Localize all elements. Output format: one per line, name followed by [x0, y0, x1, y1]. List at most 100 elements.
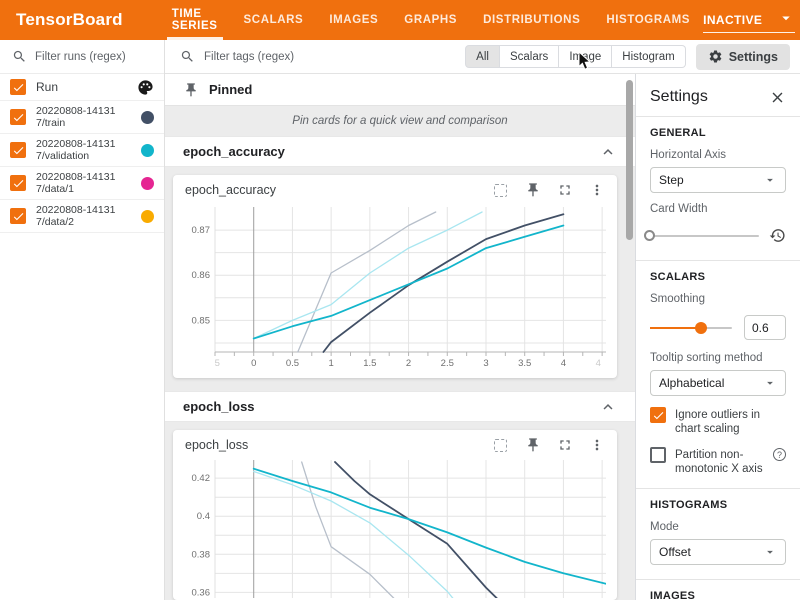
help-icon[interactable]: ? [773, 448, 786, 461]
svg-text:3: 3 [483, 358, 488, 369]
run-color-dot [141, 111, 154, 124]
run-color-dot [141, 144, 154, 157]
filter-runs-input[interactable]: Filter runs (regex) [0, 40, 164, 74]
gear-icon [708, 49, 723, 64]
svg-text:0.86: 0.86 [192, 270, 211, 281]
filter-tags-placeholder: Filter tags (regex) [204, 51, 294, 63]
tab-scalars[interactable]: SCALARS [231, 0, 317, 40]
smoothing-label: Smoothing [650, 293, 786, 305]
tab-histograms[interactable]: HISTOGRAMS [593, 0, 703, 40]
run-checkbox[interactable] [10, 142, 26, 158]
horizontal-axis-label: Horizontal Axis [650, 149, 786, 161]
epoch-loss-card: epoch_loss 0.420.40.380.36 [173, 430, 617, 600]
svg-text:0.5: 0.5 [286, 358, 299, 369]
fit-to-data-icon[interactable] [492, 437, 509, 454]
filter-image-button[interactable]: Image [559, 45, 612, 68]
filter-runs-placeholder: Filter runs (regex) [35, 51, 126, 63]
run-color-dot [141, 177, 154, 190]
more-options-icon[interactable] [588, 182, 605, 199]
ignore-outliers-checkbox-row[interactable]: Ignore outliers in chart scaling [650, 407, 786, 436]
run-color-dot [141, 210, 154, 223]
filter-histogram-button[interactable]: Histogram [612, 45, 685, 68]
run-row-validation[interactable]: 20220808-141317/validation [0, 134, 164, 167]
select-all-runs-checkbox[interactable] [10, 79, 26, 95]
partition-x-axis-checkbox[interactable] [650, 447, 666, 463]
svg-text:5: 5 [215, 358, 220, 369]
svg-text:4: 4 [561, 358, 566, 369]
tab-time-series[interactable]: TIME SERIES [159, 0, 231, 40]
more-options-icon[interactable] [588, 437, 605, 454]
settings-images-section: IMAGES Brightness Contrast Show actual i… [636, 580, 800, 600]
epoch-accuracy-chart[interactable]: 500.511.522.533.5440.850.860.87 [173, 205, 617, 380]
run-name: 20220808-141317/validation [36, 138, 122, 163]
tooltip-sorting-select[interactable]: Alphabetical [650, 370, 786, 396]
run-checkbox[interactable] [10, 175, 26, 191]
svg-text:0.85: 0.85 [192, 315, 211, 326]
chevron-up-icon[interactable] [599, 143, 617, 161]
horizontal-axis-select[interactable]: Step [650, 167, 786, 193]
partition-x-axis-checkbox-row[interactable]: Partition non-monotonic X axis ? [650, 447, 786, 476]
chevron-up-icon[interactable] [599, 398, 617, 416]
svg-text:1: 1 [328, 358, 333, 369]
tooltip-sorting-label: Tooltip sorting method [650, 352, 786, 364]
fit-to-data-icon[interactable] [492, 182, 509, 199]
run-checkbox[interactable] [10, 208, 26, 224]
svg-text:2.5: 2.5 [441, 358, 454, 369]
tab-graphs[interactable]: GRAPHS [391, 0, 470, 40]
svg-text:0.42: 0.42 [192, 473, 211, 484]
close-icon[interactable] [769, 89, 786, 106]
section-header-epoch-accuracy[interactable]: epoch_accuracy [165, 136, 635, 167]
settings-button[interactable]: Settings [696, 44, 790, 70]
ignore-outliers-checkbox[interactable] [650, 407, 666, 423]
histograms-caption: HISTOGRAMS [650, 499, 786, 511]
card-title: epoch_accuracy [185, 183, 276, 197]
card-title: epoch_loss [185, 438, 248, 452]
pin-hint-text: Pin cards for a quick view and compariso… [165, 106, 635, 136]
section-header-epoch-loss[interactable]: epoch_loss [165, 391, 635, 422]
reset-icon[interactable] [769, 227, 786, 244]
histogram-mode-select[interactable]: Offset [650, 539, 786, 565]
card-width-slider[interactable] [650, 235, 759, 237]
vertical-scrollbar[interactable] [626, 80, 633, 240]
app-header: TensorBoard TIME SERIES SCALARS IMAGES G… [0, 0, 800, 40]
settings-scalars-section: SCALARS Smoothing 0.6 Tooltip sorting me… [636, 261, 800, 488]
epoch-accuracy-card: epoch_accuracy 500.511.522.533.5440.850.… [173, 175, 617, 378]
smoothing-slider[interactable] [650, 327, 732, 329]
runs-sidebar: Filter runs (regex) Run 20220808-141317/… [0, 40, 165, 600]
images-caption: IMAGES [650, 590, 786, 600]
filter-all-button[interactable]: All [465, 45, 500, 68]
settings-panel: Settings GENERAL Horizontal Axis Step Ca… [635, 74, 800, 600]
filter-tags-input[interactable]: Filter tags (regex) [165, 49, 465, 64]
tab-images[interactable]: IMAGES [316, 0, 391, 40]
fullscreen-icon[interactable] [556, 182, 573, 199]
run-row-train[interactable]: 20220808-141317/train [0, 101, 164, 134]
runs-column-header: Run [36, 80, 58, 94]
filter-scalars-button[interactable]: Scalars [500, 45, 559, 68]
svg-text:0.87: 0.87 [192, 225, 211, 236]
run-row-data-2[interactable]: 20220808-141317/data/2 [0, 200, 164, 233]
run-name: 20220808-141317/data/1 [36, 171, 122, 196]
pin-card-icon[interactable] [524, 182, 541, 199]
palette-icon [137, 79, 154, 96]
chevron-down-icon [777, 9, 795, 30]
settings-general-section: GENERAL Horizontal Axis Step Card Width [636, 117, 800, 260]
tab-distributions[interactable]: DISTRIBUTIONS [470, 0, 593, 40]
tag-type-filter-group: All Scalars Image Histogram [465, 45, 686, 68]
svg-text:0.36: 0.36 [192, 587, 211, 598]
svg-text:0.4: 0.4 [197, 511, 210, 522]
settings-panel-title: Settings [650, 88, 708, 106]
tags-toolbar: Filter tags (regex) All Scalars Image Hi… [165, 40, 800, 74]
run-status-select[interactable]: INACTIVE [703, 7, 795, 33]
scalars-caption: SCALARS [650, 271, 786, 283]
svg-text:2: 2 [406, 358, 411, 369]
fullscreen-icon[interactable] [556, 437, 573, 454]
pin-card-icon[interactable] [524, 437, 541, 454]
epoch-loss-chart[interactable]: 0.420.40.380.36 [173, 460, 617, 600]
smoothing-value-input[interactable]: 0.6 [744, 315, 786, 340]
run-checkbox[interactable] [10, 109, 26, 125]
settings-histograms-section: HISTOGRAMS Mode Offset [636, 489, 800, 579]
run-name: 20220808-141317/data/2 [36, 204, 122, 229]
pin-icon [183, 82, 199, 98]
run-row-data-1[interactable]: 20220808-141317/data/1 [0, 167, 164, 200]
search-icon [12, 49, 27, 64]
